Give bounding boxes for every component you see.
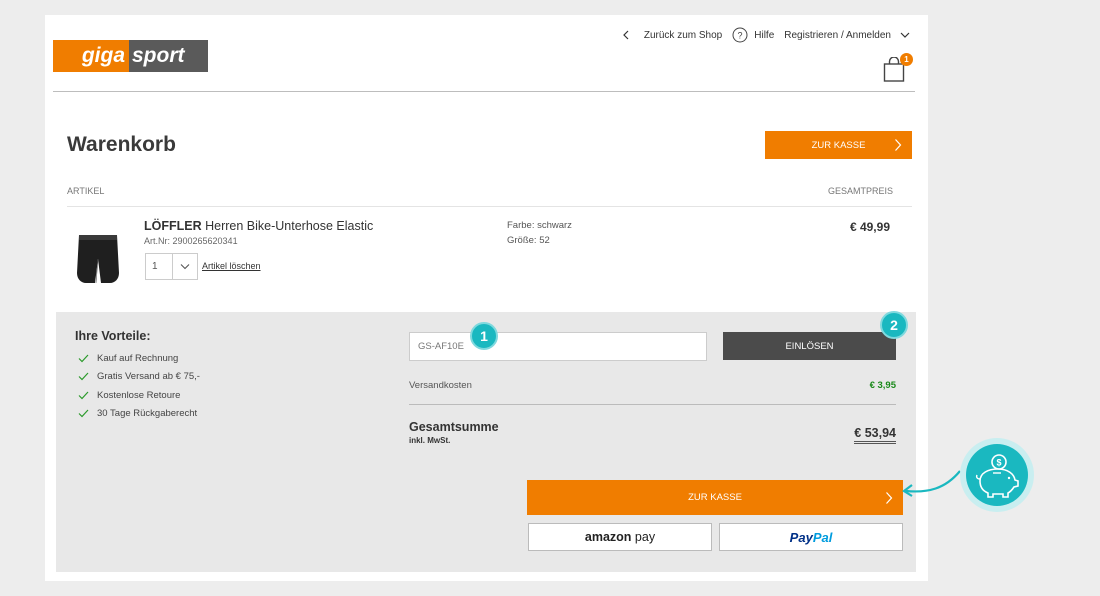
paypal-logo: PayPal: [789, 529, 833, 545]
product-name[interactable]: LÖFFLER Herren Bike-Unterhose Elastic: [144, 219, 373, 233]
benefit-item: 30 Tage Rückgaberecht: [78, 405, 200, 424]
check-icon: [78, 409, 89, 418]
chevron-right-icon: [895, 139, 902, 151]
shipping-label: Versandkosten: [409, 380, 472, 391]
benefit-item: Gratis Versand ab € 75,-: [78, 368, 200, 387]
total-vat-note: inkl. MwSt.: [409, 436, 451, 445]
back-to-shop-link[interactable]: Zurück zum Shop: [622, 30, 722, 41]
amazon-pay-button[interactable]: amazon pay: [528, 523, 712, 551]
shipping-value: € 3,95: [869, 380, 896, 391]
marker-badge-2: 2: [880, 311, 908, 339]
chevron-right-icon: [886, 491, 893, 504]
logo-sport: sport: [129, 40, 208, 72]
column-header-total: GESAMTPREIS: [827, 186, 893, 196]
delete-item-link[interactable]: Artikel löschen: [202, 261, 261, 271]
header-divider: [53, 91, 915, 92]
benefits-list: Kauf auf Rechnung Gratis Versand ab € 75…: [78, 349, 200, 423]
help-link[interactable]: ? Hilfe: [732, 27, 774, 43]
item-total-price: € 49,99: [849, 220, 890, 234]
product-title: Herren Bike-Unterhose Elastic: [201, 219, 374, 233]
checkout-button-main[interactable]: ZUR KASSE: [527, 480, 903, 515]
checkout-button-top[interactable]: ZUR KASSE: [765, 131, 912, 159]
chevron-down-icon: [180, 264, 190, 270]
product-brand: LÖFFLER: [144, 219, 202, 233]
redeem-coupon-button[interactable]: EINLÖSEN: [723, 332, 896, 360]
piggy-bank-icon: $: [975, 454, 1019, 498]
check-icon: [78, 354, 89, 363]
logo-giga: giga: [53, 40, 129, 72]
checkout-label: ZUR KASSE: [688, 492, 742, 503]
total-value: € 53,94: [854, 426, 896, 444]
summary-divider: [409, 404, 896, 405]
chevron-down-icon: [900, 32, 910, 38]
quantity-value: 1: [146, 254, 173, 279]
gigasport-logo[interactable]: giga sport: [53, 40, 208, 72]
cart-count-badge: 1: [900, 53, 913, 66]
coupon-input[interactable]: [409, 332, 707, 361]
benefit-item: Kostenlose Retoure: [78, 386, 200, 405]
top-navigation: Zurück zum Shop ? Hilfe Registrieren / A…: [612, 27, 910, 43]
chevron-left-icon: [623, 30, 629, 40]
product-image[interactable]: [75, 233, 121, 285]
help-icon: ?: [732, 27, 748, 43]
checkout-label: ZUR KASSE: [811, 139, 866, 151]
amazon-pay-logo: amazon pay: [584, 530, 656, 544]
account-menu[interactable]: Registrieren / Anmelden: [784, 30, 910, 41]
cart-button[interactable]: 1: [883, 53, 913, 83]
svg-text:$: $: [996, 458, 1001, 468]
product-color: Farbe: schwarz: [507, 220, 572, 231]
check-icon: [78, 372, 89, 381]
page-title: Warenkorb: [67, 133, 176, 156]
help-label: Hilfe: [754, 29, 775, 41]
benefit-item: Kauf auf Rechnung: [78, 349, 200, 368]
svg-text:?: ?: [738, 31, 743, 41]
marker-badge-1: 1: [470, 322, 498, 350]
total-label: Gesamtsumme: [409, 420, 499, 434]
quantity-select[interactable]: 1: [145, 253, 198, 280]
summary-panel: Ihre Vorteile: Kauf auf Rechnung Gratis …: [56, 311, 916, 572]
column-header-article: ARTIKEL: [67, 186, 105, 196]
check-icon: [78, 391, 89, 400]
paypal-button[interactable]: PayPal: [719, 523, 903, 551]
product-size: Größe: 52: [507, 235, 550, 246]
benefits-title: Ihre Vorteile:: [75, 329, 151, 343]
savings-badge: $: [960, 438, 1034, 512]
table-header-divider: [67, 206, 912, 207]
product-art-nr: Art.Nr: 2900265620341: [144, 236, 238, 246]
page-card: giga sport Zurück zum Shop ? Hilfe Regis…: [45, 15, 928, 581]
account-label: Registrieren / Anmelden: [784, 29, 891, 41]
arrow-icon: [902, 470, 961, 497]
back-to-shop-label: Zurück zum Shop: [643, 29, 723, 41]
